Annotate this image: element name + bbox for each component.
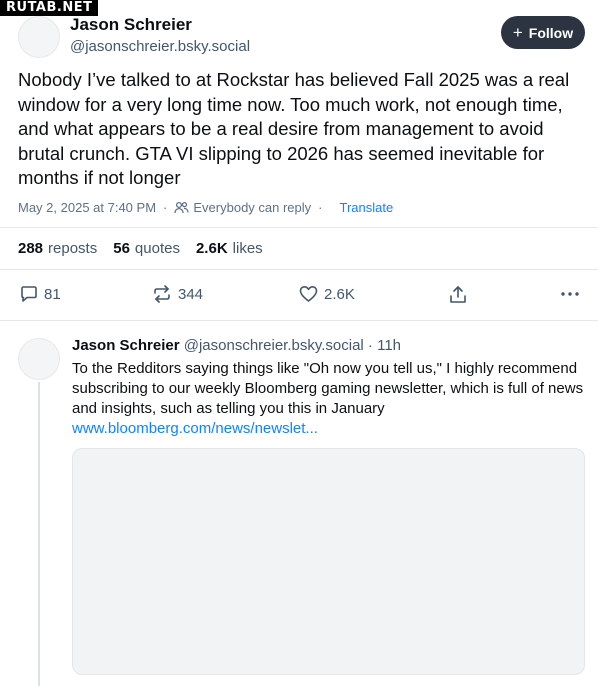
reply-button[interactable]: 81 — [20, 285, 61, 303]
more-button[interactable] — [560, 285, 580, 303]
quotes-count: 56 — [113, 240, 130, 257]
reposts-label: reposts — [48, 240, 98, 257]
reply-link[interactable]: www.bloomberg.com/news/newslet... — [72, 419, 318, 439]
divider — [0, 269, 598, 270]
thread-line — [38, 382, 40, 686]
quotes-label: quotes — [134, 240, 180, 257]
post-meta: May 2, 2025 at 7:40 PM · Everybody can r… — [18, 200, 393, 215]
likes-label: likes — [232, 240, 263, 257]
divider — [0, 227, 598, 228]
speech-bubble-icon — [21, 286, 37, 302]
reply-count: 81 — [44, 285, 61, 303]
reply-header: Jason Schreier @jasonschreier.bsky.socia… — [72, 337, 401, 354]
reply-permission-label: Everybody can reply — [193, 200, 312, 215]
watermark-logo: RUTAB.NET — [0, 0, 99, 16]
author-avatar[interactable] — [18, 16, 60, 58]
follow-button[interactable]: + Follow — [501, 16, 585, 49]
reply-author-avatar[interactable] — [18, 338, 60, 380]
plus-icon: + — [512, 23, 523, 42]
repost-button[interactable]: 344 — [152, 285, 203, 303]
link-preview-card[interactable] — [72, 448, 585, 675]
divider — [0, 320, 598, 321]
reposts-stat[interactable]: 288 reposts — [18, 240, 97, 257]
post-text: Nobody I’ve talked to at Rockstar has be… — [18, 69, 570, 188]
reply-permission[interactable]: Everybody can reply — [174, 200, 311, 215]
meta-separator: · — [318, 200, 323, 215]
quotes-stat[interactable]: 56 quotes — [113, 240, 180, 257]
share-icon — [450, 286, 466, 303]
reposts-count: 288 — [18, 240, 44, 257]
share-button[interactable] — [449, 285, 467, 304]
more-dots-icon — [561, 292, 579, 296]
action-bar: 81 344 2.6K — [0, 283, 598, 307]
reply-author-handle[interactable]: @jasonschreier.bsky.social · 11h — [184, 337, 401, 354]
likes-stat[interactable]: 2.6K likes — [196, 240, 263, 257]
reply-text: To the Redditors saying things like "Oh … — [72, 360, 584, 417]
follow-label: Follow — [528, 24, 574, 41]
repost-arrows-icon — [154, 285, 170, 303]
heart-icon — [299, 286, 318, 302]
people-icon — [174, 201, 190, 214]
author-handle[interactable]: @jasonschreier.bsky.social — [70, 38, 250, 55]
like-count: 2.6K — [324, 285, 355, 303]
engagement-stats: 288 reposts 56 quotes 2.6K likes — [18, 240, 263, 257]
translate-link[interactable]: Translate — [340, 200, 394, 215]
author-name[interactable]: Jason Schreier — [70, 15, 192, 35]
likes-count: 2.6K — [195, 240, 228, 257]
like-button[interactable]: 2.6K — [299, 285, 355, 303]
reply-author-name[interactable]: Jason Schreier — [72, 337, 180, 354]
meta-separator: · — [163, 200, 168, 215]
repost-count: 344 — [178, 285, 204, 303]
post-timestamp[interactable]: May 2, 2025 at 7:40 PM — [18, 200, 156, 215]
